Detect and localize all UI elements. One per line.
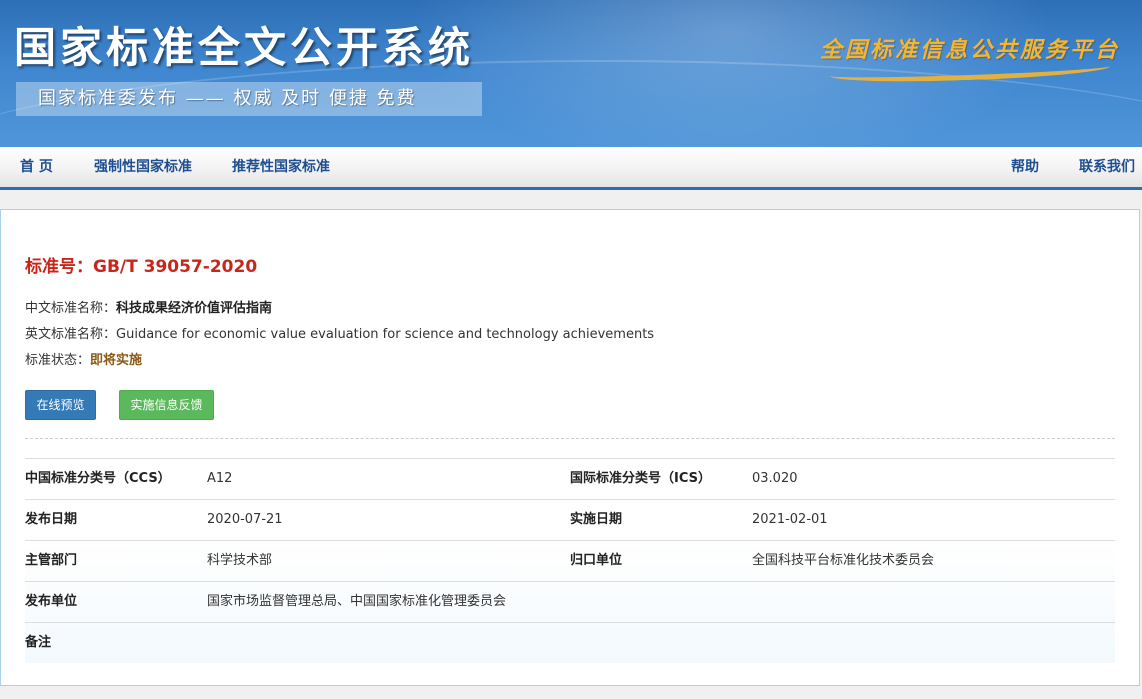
nav-help[interactable]: 帮助 xyxy=(1011,147,1039,187)
nav-recommended-standards[interactable]: 推荐性国家标准 xyxy=(232,147,330,187)
nav-home[interactable]: 首 页 xyxy=(20,147,53,187)
competent-dept-label: 主管部门 xyxy=(25,553,78,568)
site-slogan: 国家标准委发布 —— 权威 及时 便捷 免费 xyxy=(16,82,482,116)
nav-contact-us[interactable]: 联系我们 xyxy=(1079,147,1135,187)
detail-row: 主管部门 科学技术部 归口单位 全国科技平台标准化技术委员会 xyxy=(25,540,1115,581)
standard-detail-panel: 标准号：GB/T 39057-2020 中文标准名称：科技成果经济价值评估指南 … xyxy=(0,209,1140,686)
ccs-label: 中国标准分类号（CCS） xyxy=(25,471,171,486)
site-banner: 国家标准全文公开系统 国家标准委发布 —— 权威 及时 便捷 免费 全国标准信息… xyxy=(0,0,1142,147)
status-label: 标准状态： xyxy=(25,353,91,368)
en-name-line: 英文标准名称：Guidance for economic value evalu… xyxy=(25,323,654,342)
detail-row: 发布单位 国家市场监督管理总局、中国国家标准化管理委员会 xyxy=(25,581,1115,622)
issuer-value: 国家市场监督管理总局、中国国家标准化管理委员会 xyxy=(207,594,507,609)
detail-row: 备注 xyxy=(25,622,1115,663)
detail-row: 发布日期 2020-07-21 实施日期 2021-02-01 xyxy=(25,499,1115,540)
publish-date-label: 发布日期 xyxy=(25,512,78,527)
effective-date-value: 2021-02-01 xyxy=(752,512,828,527)
status-value: 即将实施 xyxy=(90,353,143,368)
en-name-value: Guidance for economic value evaluation f… xyxy=(116,327,655,342)
en-name-label: 英文标准名称： xyxy=(25,327,117,342)
effective-date-label: 实施日期 xyxy=(570,512,623,527)
nav-mandatory-standards[interactable]: 强制性国家标准 xyxy=(94,147,192,187)
detail-table: 中国标准分类号（CCS） A12 国际标准分类号（ICS） 03.020 发布日… xyxy=(25,458,1115,663)
standard-number-label: 标准号： xyxy=(25,257,93,277)
platform-logo-text: 全国标准信息公共服务平台 xyxy=(820,37,1121,63)
standard-number-heading: 标准号：GB/T 39057-2020 xyxy=(25,252,257,277)
cn-name-label: 中文标准名称： xyxy=(25,301,117,316)
main-nav: 首 页 强制性国家标准 推荐性国家标准 帮助 联系我们 xyxy=(0,147,1142,190)
site-title: 国家标准全文公开系统 xyxy=(14,23,475,72)
status-line: 标准状态：即将实施 xyxy=(25,349,142,368)
ics-label: 国际标准分类号（ICS） xyxy=(570,471,711,486)
remarks-label: 备注 xyxy=(25,635,52,650)
divider xyxy=(25,438,1115,439)
standard-number: GB/T 39057-2020 xyxy=(93,257,258,277)
online-preview-button[interactable]: 在线预览 xyxy=(25,390,96,420)
ccs-value: A12 xyxy=(207,471,233,486)
issuer-label: 发布单位 xyxy=(25,594,78,609)
responsible-unit-value: 全国科技平台标准化技术委员会 xyxy=(752,553,935,568)
publish-date-value: 2020-07-21 xyxy=(207,512,283,527)
detail-row: 中国标准分类号（CCS） A12 国际标准分类号（ICS） 03.020 xyxy=(25,458,1115,499)
ics-value: 03.020 xyxy=(752,471,798,486)
cn-name-line: 中文标准名称：科技成果经济价值评估指南 xyxy=(25,297,272,316)
cn-name-value: 科技成果经济价值评估指南 xyxy=(116,301,273,316)
responsible-unit-label: 归口单位 xyxy=(570,553,623,568)
feedback-button[interactable]: 实施信息反馈 xyxy=(119,390,214,420)
competent-dept-value: 科学技术部 xyxy=(207,553,273,568)
